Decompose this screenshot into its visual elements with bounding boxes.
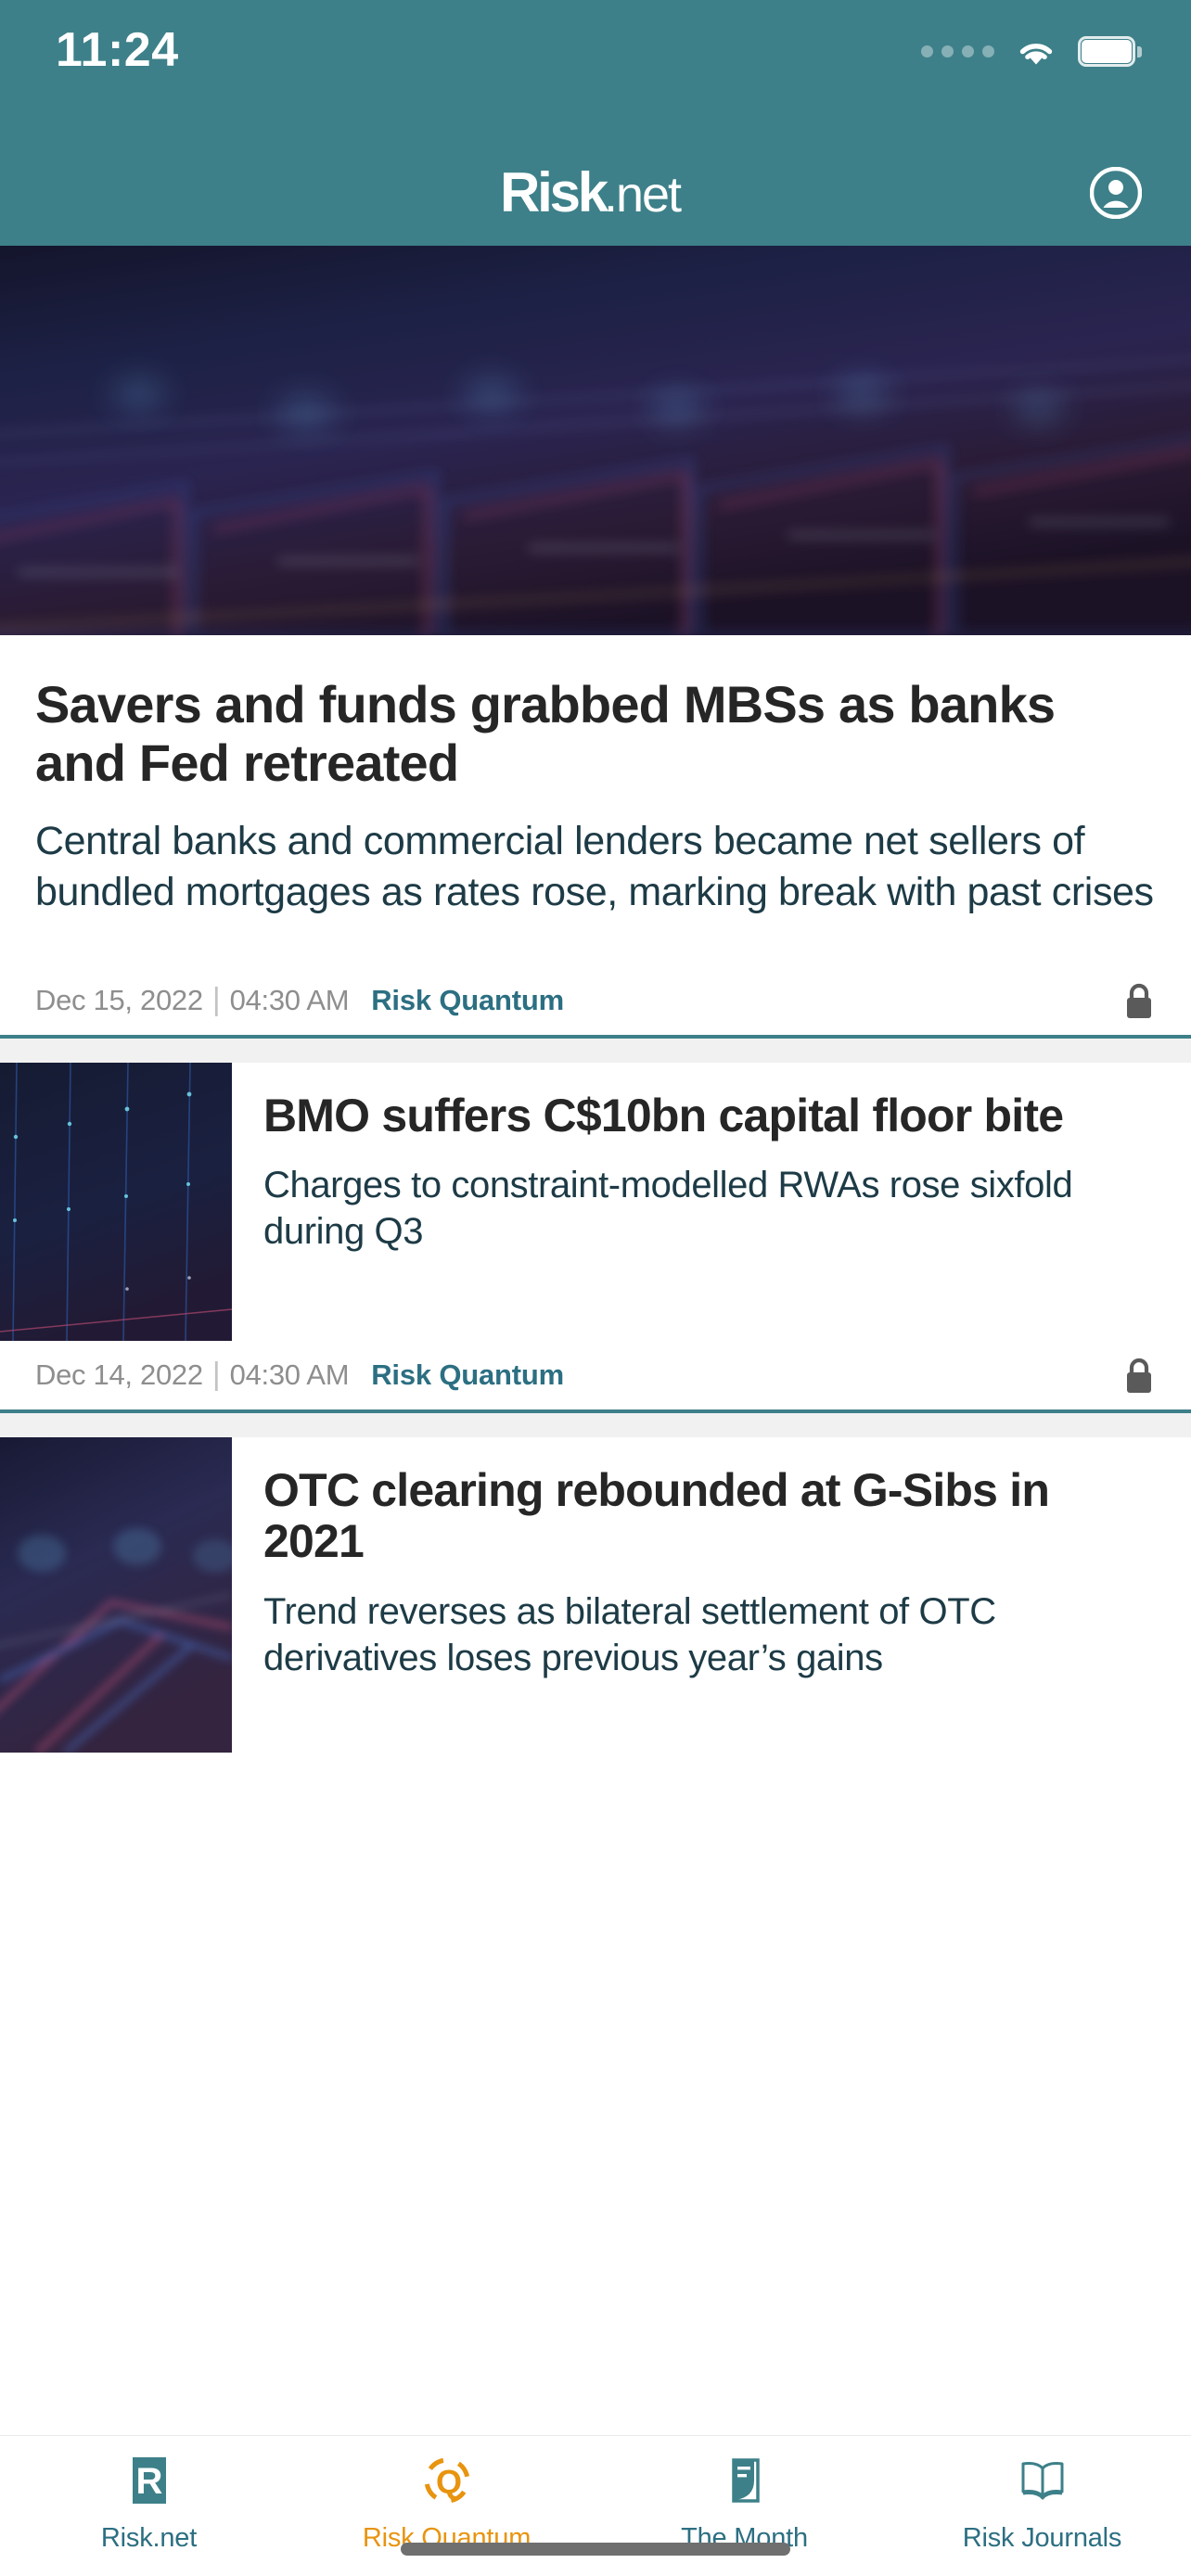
card-gap — [0, 1038, 1191, 1063]
article-card[interactable]: OTC clearing rebounded at G-Sibs in 2021… — [0, 1436, 1191, 1753]
article-title: BMO suffers C$10bn capital floor bite — [263, 1089, 1064, 1141]
status-bar-clock: 11:24 — [56, 23, 179, 77]
article-thumbnail — [0, 1062, 232, 1341]
account-avatar-icon[interactable] — [1089, 166, 1143, 219]
risk-net-square-r-icon: R — [122, 2453, 177, 2508]
article-standfirst: Charges to constraint-modelled RWAs rose… — [263, 1165, 1073, 1253]
lead-article-time: 04:30 AM — [229, 983, 350, 1016]
brand-name: Risk — [499, 161, 608, 223]
tab-risk-net[interactable]: R Risk.net — [0, 2453, 298, 2554]
article-card-body: OTC clearing rebounded at G-Sibs in 2021… — [232, 1437, 1191, 1753]
tab-risk-journals[interactable]: Risk Journals — [893, 2453, 1191, 2554]
article-date: Dec 14, 2022 — [35, 1358, 203, 1391]
lead-article-date: Dec 15, 2022 — [35, 983, 203, 1016]
the-month-magazine-icon — [717, 2453, 773, 2508]
lead-article-hero-image[interactable] — [0, 246, 1191, 635]
tab-label: Risk Journals — [962, 2523, 1122, 2553]
card-gap — [0, 1412, 1191, 1437]
tab-the-month[interactable]: The Month — [596, 2453, 893, 2554]
lead-article-title: Savers and funds grabbed MBSs as banks a… — [35, 675, 1056, 792]
lead-article-spacer — [0, 917, 1191, 966]
status-bar: 11:24 — [0, 0, 1191, 139]
cellular-signal-dots-icon — [921, 45, 994, 57]
app-header: Risk .net — [0, 139, 1191, 246]
article-time: 04:30 AM — [229, 1358, 350, 1391]
svg-text:Q: Q — [435, 2463, 461, 2501]
meta-separator: | — [211, 1357, 221, 1393]
risk-quantum-q-icon: Q — [419, 2453, 475, 2508]
tab-label: Risk.net — [100, 2523, 198, 2553]
article-section-link[interactable]: Risk Quantum — [371, 1358, 564, 1392]
risk-journals-book-icon — [1015, 2453, 1070, 2508]
app-root: 11:24 Risk .net Savers and funds grabbed… — [0, 0, 1191, 2576]
svg-text:R: R — [135, 2461, 162, 2502]
home-indicator[interactable] — [401, 2543, 790, 2556]
brand-suffix: .net — [603, 167, 682, 223]
risk-net-logo[interactable]: Risk .net — [499, 160, 682, 224]
wifi-icon — [1015, 35, 1057, 67]
article-thumbnail — [0, 1436, 232, 1753]
lead-article-section-link[interactable]: Risk Quantum — [371, 984, 564, 1017]
lead-article[interactable]: Savers and funds grabbed MBSs as banks a… — [0, 635, 1191, 918]
meta-separator: | — [211, 982, 221, 1018]
article-card-body: BMO suffers C$10bn capital floor bite Ch… — [232, 1063, 1191, 1341]
padlock-locked-icon — [1122, 1355, 1156, 1396]
article-title: OTC clearing rebounded at G-Sibs in 2021 — [263, 1463, 1050, 1568]
status-bar-indicators — [921, 26, 1142, 67]
lead-article-meta: Dec 15, 2022 | 04:30 AM Risk Quantum — [0, 966, 1191, 1035]
battery-full-icon — [1078, 35, 1142, 67]
padlock-locked-icon — [1122, 980, 1156, 1021]
article-meta: Dec 14, 2022 | 04:30 AM Risk Quantum — [0, 1341, 1191, 1409]
lead-article-standfirst: Central banks and commercial lenders bec… — [35, 819, 1154, 915]
article-standfirst: Trend reverses as bilateral settlement o… — [263, 1590, 996, 1678]
tab-risk-quantum[interactable]: Q Risk Quantum — [298, 2453, 596, 2554]
article-card[interactable]: BMO suffers C$10bn capital floor bite Ch… — [0, 1062, 1191, 1341]
